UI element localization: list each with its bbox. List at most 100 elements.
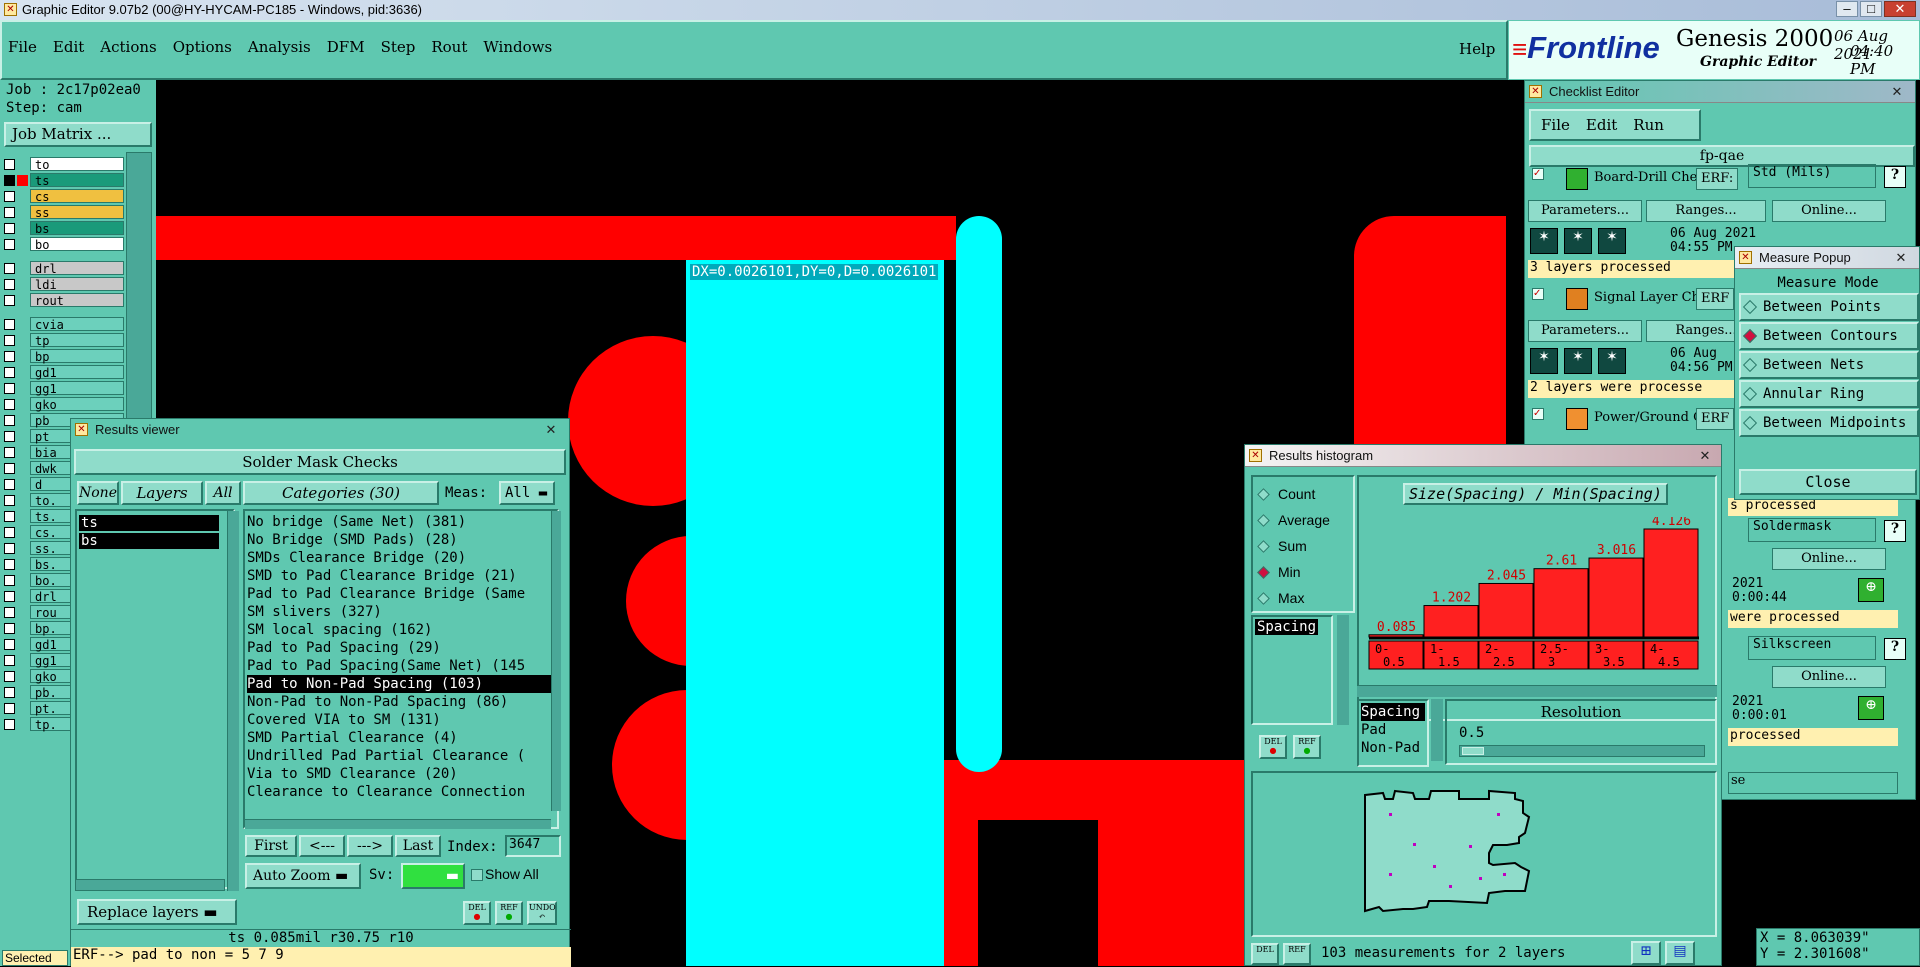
zoom-icon[interactable]: ⊕ xyxy=(1858,696,1884,720)
layer-checkbox[interactable] xyxy=(4,382,15,394)
menu-actions[interactable]: Actions xyxy=(100,38,156,60)
histogram-bar[interactable] xyxy=(1478,582,1534,638)
menu-dfm[interactable]: DFM xyxy=(327,38,365,60)
layer-checkbox[interactable] xyxy=(4,398,15,410)
layer-checkbox[interactable] xyxy=(4,558,15,570)
mode-option[interactable]: Count xyxy=(1257,481,1347,507)
histogram-types[interactable]: Spacing Pad Non-Pad xyxy=(1357,699,1429,767)
categories-button[interactable]: Categories (30) xyxy=(243,481,439,505)
menu-edit[interactable]: Edit xyxy=(53,38,84,60)
category-item[interactable]: Non-Pad to Non-Pad Spacing (86) xyxy=(247,693,555,711)
help-icon[interactable]: ? xyxy=(1884,166,1906,188)
checklist-menu-edit[interactable]: Edit xyxy=(1586,116,1617,134)
histogram-bar[interactable] xyxy=(1533,568,1589,638)
sv-color-select[interactable]: ▬ xyxy=(401,863,465,889)
categories-scrollbar[interactable] xyxy=(551,511,561,811)
erf-value[interactable]: Soldermask xyxy=(1748,518,1876,542)
mode-option[interactable]: Max xyxy=(1257,585,1347,611)
layer-checkbox[interactable] xyxy=(4,606,15,618)
checklist-close[interactable]: ✕ xyxy=(1885,83,1909,100)
histogram-hscroll[interactable] xyxy=(1357,685,1717,697)
category-item[interactable]: Pad to Pad Clearance Bridge (Same xyxy=(247,585,555,603)
layer-checkbox[interactable] xyxy=(4,670,15,682)
run-icon[interactable]: ✶ xyxy=(1564,348,1592,374)
category-item[interactable]: SM local spacing (162) xyxy=(247,621,555,639)
histogram-bar[interactable] xyxy=(1588,557,1644,638)
online-button[interactable]: Online... xyxy=(1772,200,1886,222)
run-icon[interactable]: ✶ xyxy=(1598,228,1626,254)
close-button[interactable]: ✕ xyxy=(1884,1,1916,17)
layer-hscroll[interactable] xyxy=(75,879,225,891)
mode-option[interactable]: Sum xyxy=(1257,533,1347,559)
histogram-type-item[interactable]: Pad xyxy=(1361,721,1425,739)
first-button[interactable]: First xyxy=(245,835,297,857)
minimize-button[interactable]: – xyxy=(1836,1,1858,17)
layer-checkbox[interactable] xyxy=(4,510,15,522)
checklist-menu-run[interactable]: Run xyxy=(1633,116,1664,134)
results-layer-list[interactable]: ts bs xyxy=(75,509,235,889)
layer-row[interactable]: gg1 xyxy=(4,380,124,396)
layer-checkbox[interactable] xyxy=(4,478,15,490)
checklist-item-label[interactable]: Signal Layer Ch xyxy=(1594,290,1704,305)
run-icon[interactable]: ✶ xyxy=(1530,348,1558,374)
layer-checkbox[interactable] xyxy=(4,622,15,634)
layer-row[interactable]: bp xyxy=(4,348,124,364)
categories-hscroll[interactable] xyxy=(245,819,551,829)
menu-file[interactable]: File xyxy=(8,38,37,60)
hist-zoom-icon[interactable]: ⊞ xyxy=(1631,941,1661,965)
category-item[interactable]: Undrilled Pad Partial Clearance ( xyxy=(247,747,555,765)
result-layer-item[interactable]: ts xyxy=(79,515,219,531)
help-icon[interactable]: ? xyxy=(1884,520,1906,542)
checklist-item-checkbox[interactable]: ✓ xyxy=(1532,408,1544,420)
prev-button[interactable]: <--- xyxy=(299,835,345,857)
layer-checkbox[interactable] xyxy=(4,638,15,650)
checklist-item-label[interactable]: Power/Ground C xyxy=(1594,410,1704,425)
parameters-button[interactable]: Parameters... xyxy=(1528,200,1642,222)
run-icon[interactable]: ✶ xyxy=(1564,228,1592,254)
layer-checkbox[interactable] xyxy=(4,350,15,362)
layer-checkbox[interactable] xyxy=(4,718,15,730)
layer-row[interactable]: gd1 xyxy=(4,364,124,380)
layer-row[interactable]: cvia xyxy=(4,316,124,332)
layer-checkbox[interactable] xyxy=(4,238,15,250)
layer-checkbox[interactable] xyxy=(4,654,15,666)
all-button[interactable]: All xyxy=(205,481,241,505)
mode-option[interactable]: Min xyxy=(1257,559,1347,585)
layer-checkbox[interactable] xyxy=(4,278,15,290)
layer-row[interactable]: tp xyxy=(4,332,124,348)
none-button[interactable]: None xyxy=(77,481,119,505)
show-all-checkbox[interactable] xyxy=(471,869,483,881)
checklist-item-label[interactable]: Board-Drill Che xyxy=(1594,170,1704,185)
del-icon[interactable]: DEL ● xyxy=(463,901,491,925)
checklist-item-checkbox[interactable]: ✓ xyxy=(1532,288,1544,300)
measure-option[interactable]: Between Contours xyxy=(1739,322,1919,350)
histogram-bar[interactable] xyxy=(1423,605,1479,638)
layer-checkbox[interactable] xyxy=(4,462,15,474)
category-item[interactable]: SMD Partial Clearance (4) xyxy=(247,729,555,747)
layer-row[interactable]: rout xyxy=(4,292,124,308)
category-item[interactable]: SMD to Pad Clearance Bridge (21) xyxy=(247,567,555,585)
maximize-button[interactable]: □ xyxy=(1860,1,1882,17)
undo-icon[interactable]: UNDO ↶ xyxy=(527,901,557,925)
layer-row[interactable]: drl xyxy=(4,260,124,276)
measure-option[interactable]: Between Midpoints xyxy=(1739,409,1919,437)
category-item[interactable]: Via to SMD Clearance (20) xyxy=(247,765,555,783)
histogram-bar[interactable] xyxy=(1643,528,1699,638)
layer-checkbox[interactable] xyxy=(4,206,15,218)
layer-checkbox[interactable] xyxy=(4,334,15,346)
layer-row[interactable]: ss xyxy=(4,204,124,220)
layer-checkbox[interactable] xyxy=(4,262,15,274)
layer-checkbox[interactable] xyxy=(4,414,15,426)
results-viewer-close[interactable]: ✕ xyxy=(539,421,563,438)
run-icon[interactable]: ✶ xyxy=(1598,348,1626,374)
checklist-menu-file[interactable]: File xyxy=(1541,116,1570,134)
measure-close[interactable]: ✕ xyxy=(1889,249,1913,266)
layer-checkbox[interactable] xyxy=(4,446,15,458)
category-item[interactable]: SMDs Clearance Bridge (20) xyxy=(247,549,555,567)
measure-option[interactable]: Between Points xyxy=(1739,293,1919,321)
parameters-button[interactable]: Parameters... xyxy=(1528,320,1642,342)
layer-checkbox[interactable] xyxy=(4,158,15,170)
layer-row[interactable]: gko xyxy=(4,396,124,412)
layer-checkbox[interactable] xyxy=(4,574,15,586)
category-item[interactable]: Pad to Pad Spacing(Same Net) (145 xyxy=(247,657,555,675)
